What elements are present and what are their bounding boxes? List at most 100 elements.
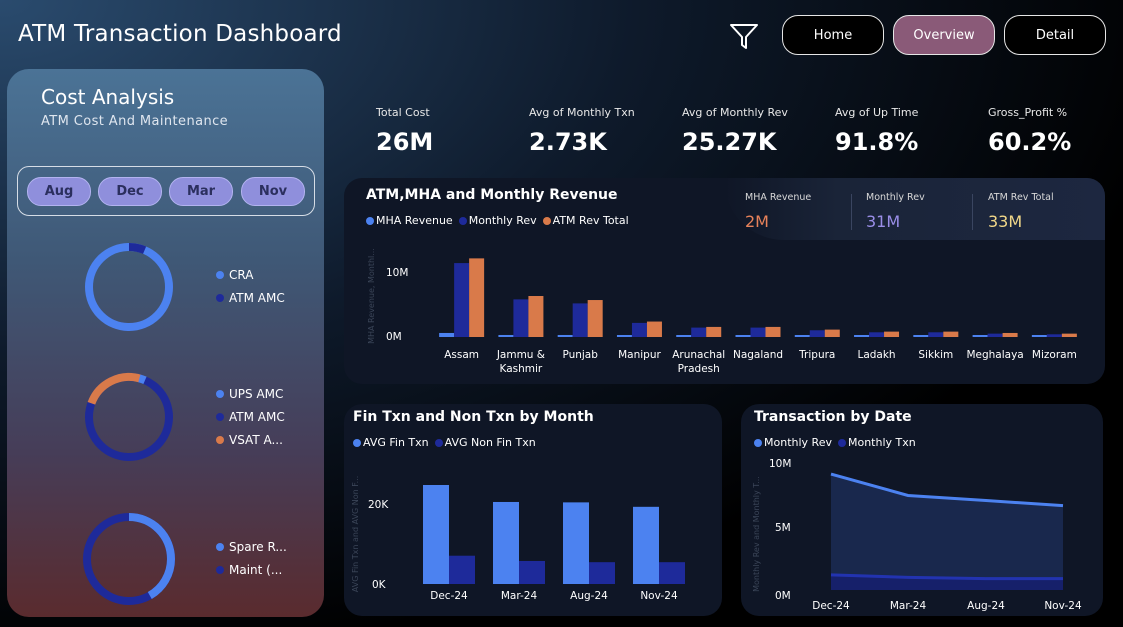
- legend-vsat: VSAT A...: [216, 433, 283, 447]
- legend-dot: [216, 294, 224, 302]
- bar-mha-revenue-meghalaya: [972, 335, 988, 337]
- bar-atm-rev-total-jammu-kashmir: [528, 296, 544, 337]
- bar-monthly-rev-nagaland: [750, 327, 766, 337]
- kpi-total-cost-value: 26M: [376, 128, 434, 156]
- kpi-gross-profit-label: Gross_Profit %: [988, 106, 1068, 119]
- legend-dot: [216, 390, 224, 398]
- date-area-chart: Monthly Rev and Monthly T... 10M 5M 0M D…: [752, 458, 1082, 612]
- legend-cra: CRA: [216, 268, 253, 282]
- revenue-x-tick-manipur: Manipur: [618, 349, 661, 361]
- bar-monthly-rev-arunachal-pradesh: [691, 327, 707, 337]
- fin-txn-card: Fin Txn and Non Txn by Month AVG Fin Txn…: [344, 404, 722, 616]
- revenue-x-tick-meghalaya: Meghalaya: [966, 349, 1023, 361]
- kpi-uptime-label: Avg of Up Time: [835, 106, 919, 119]
- bar-atm-rev-total-manipur: [646, 321, 662, 337]
- legend-dot: [216, 413, 224, 421]
- kpi-monthly-rev-label: Avg of Monthly Rev: [682, 106, 788, 119]
- transaction-date-card: Transaction by Date Monthly Rev Monthly …: [741, 404, 1103, 616]
- home-button[interactable]: Home: [782, 15, 884, 55]
- month-pill-dec[interactable]: Dec: [98, 177, 162, 206]
- legend-label: Maint (...: [229, 563, 283, 577]
- bar-monthly-rev-meghalaya: [987, 333, 1003, 337]
- bar-avg-fin-txn-mar-24: [493, 501, 519, 584]
- cost-panel-title: Cost Analysis: [41, 85, 175, 109]
- fin-x-tick-nov-24: Nov-24: [640, 590, 678, 602]
- bar-monthly-rev-manipur: [631, 322, 647, 337]
- bar-monthly-rev-punjab: [572, 303, 588, 337]
- detail-button[interactable]: Detail: [1004, 15, 1106, 55]
- area-monthly-rev: [831, 474, 1063, 590]
- bar-mha-revenue-manipur: [616, 335, 632, 337]
- bar-mha-revenue-punjab: [557, 334, 573, 337]
- bar-mha-revenue-tripura: [794, 335, 810, 337]
- cost-donut-2[interactable]: [81, 369, 177, 465]
- fin-bar-chart: AVG Fin Txn and AVG Non F... 20K 0K Dec-…: [351, 476, 685, 602]
- bar-monthly-rev-tripura: [809, 330, 825, 337]
- cost-panel-subtitle: ATM Cost And Maintenance: [41, 114, 229, 129]
- date-x-tick-mar-24: Mar-24: [890, 600, 927, 612]
- bar-atm-rev-total-assam: [469, 258, 485, 337]
- kpi-uptime-value: 91.8%: [835, 128, 919, 156]
- revenue-x-tick-ladakh: Ladakh: [857, 349, 895, 361]
- month-slicer: Aug Dec Mar Nov: [17, 166, 315, 216]
- bar-mha-revenue-nagaland: [735, 335, 751, 337]
- fin-y-axis-title: AVG Fin Txn and AVG Non F...: [351, 476, 360, 592]
- kpi-monthly-txn-value: 2.73K: [529, 128, 607, 156]
- revenue-y-tick-0m: 0M: [386, 331, 402, 343]
- bar-monthly-rev-jammu-kashmir: [513, 299, 529, 337]
- filter-icon[interactable]: [728, 22, 760, 52]
- bar-avg-non-fin-txn-mar-24: [519, 560, 545, 584]
- legend-label: ATM AMC: [229, 291, 285, 305]
- bar-monthly-rev-assam: [454, 263, 470, 337]
- kpi-gross-profit-value: 60.2%: [988, 128, 1072, 156]
- bar-avg-non-fin-txn-nov-24: [659, 562, 685, 584]
- date-x-tick-aug-24: Aug-24: [967, 600, 1005, 612]
- legend-ups-amc: UPS AMC: [216, 387, 283, 401]
- bar-monthly-rev-sikkim: [928, 332, 944, 337]
- bar-atm-rev-total-tripura: [824, 329, 840, 337]
- fin-x-tick-dec-24: Dec-24: [430, 590, 468, 602]
- bar-avg-non-fin-txn-dec-24: [449, 555, 475, 584]
- kpi-monthly-rev-value: 25.27K: [682, 128, 777, 156]
- date-y-tick-10m: 10M: [769, 458, 791, 470]
- bar-atm-rev-total-sikkim: [943, 331, 959, 337]
- bar-avg-fin-txn-nov-24: [633, 506, 659, 584]
- revenue-x-tick-jammu-kashmir: Jammu & Kashmir: [496, 349, 545, 375]
- date-y-tick-5m: 5M: [775, 522, 791, 534]
- bar-atm-rev-total-punjab: [587, 300, 603, 337]
- legend-atm-amc-2: ATM AMC: [216, 410, 285, 424]
- kpi-total-cost-label: Total Cost: [376, 106, 430, 119]
- bar-mha-revenue-mizoram: [1031, 335, 1047, 337]
- fin-x-tick-mar-24: Mar-24: [501, 590, 538, 602]
- bar-monthly-rev-ladakh: [869, 332, 885, 337]
- fin-x-tick-aug-24: Aug-24: [570, 590, 608, 602]
- date-x-tick-dec-24: Dec-24: [812, 600, 850, 612]
- bar-atm-rev-total-arunachal-pradesh: [706, 326, 722, 337]
- bar-atm-rev-total-meghalaya: [1002, 332, 1018, 337]
- overview-button[interactable]: Overview: [893, 15, 995, 55]
- date-y-tick-0m: 0M: [775, 590, 791, 602]
- fin-y-tick-20k: 20K: [368, 499, 389, 511]
- legend-label: Spare R...: [229, 540, 287, 554]
- revenue-x-tick-punjab: Punjab: [562, 349, 598, 361]
- bar-monthly-rev-mizoram: [1046, 334, 1062, 337]
- bar-avg-fin-txn-aug-24: [563, 502, 589, 584]
- month-pill-aug[interactable]: Aug: [27, 177, 91, 206]
- legend-label: UPS AMC: [229, 387, 284, 401]
- cost-donut-1[interactable]: [81, 239, 177, 335]
- revenue-x-tick-nagaland: Nagaland: [733, 349, 783, 361]
- revenue-x-tick-sikkim: Sikkim: [918, 349, 953, 361]
- legend-label: ATM AMC: [229, 410, 285, 424]
- bar-mha-revenue-jammu-kashmir: [498, 334, 514, 337]
- legend-dot: [216, 566, 224, 574]
- bar-atm-rev-total-nagaland: [765, 326, 781, 337]
- cost-donut-3[interactable]: [79, 509, 179, 609]
- month-pill-nov[interactable]: Nov: [241, 177, 305, 206]
- revenue-y-axis-title: MHA Revenue, Monthl...: [367, 248, 376, 344]
- bar-atm-rev-total-mizoram: [1061, 333, 1077, 337]
- legend-dot: [216, 436, 224, 444]
- month-pill-mar[interactable]: Mar: [169, 177, 233, 206]
- bar-atm-rev-total-ladakh: [884, 331, 900, 337]
- date-y-axis-title: Monthly Rev and Monthly T...: [752, 476, 761, 592]
- revenue-x-tick-mizoram: Mizoram: [1032, 349, 1077, 361]
